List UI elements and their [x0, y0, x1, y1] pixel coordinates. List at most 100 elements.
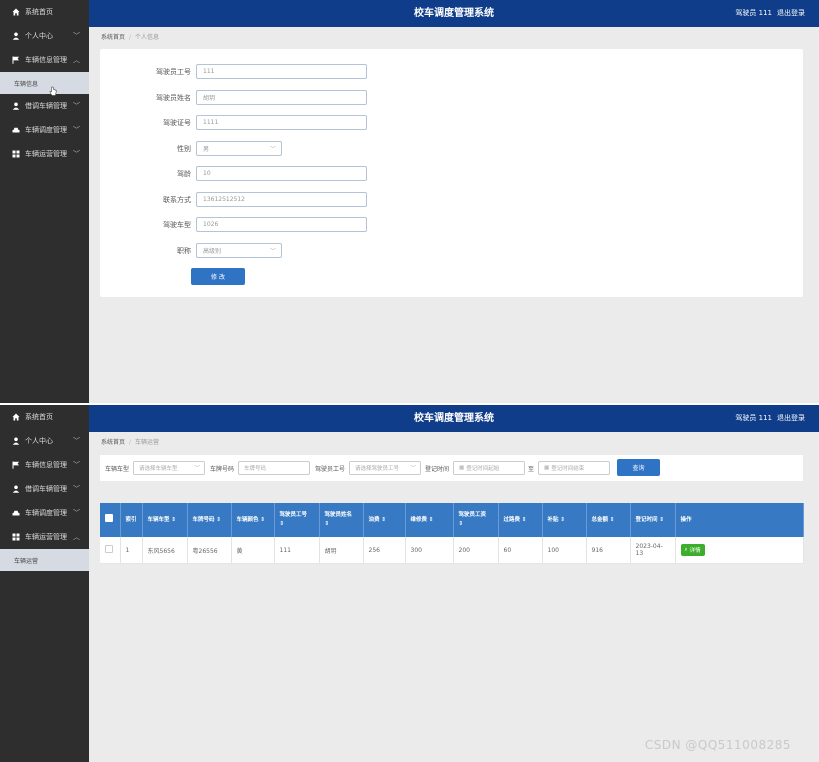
chevron-down-icon: ﹀	[73, 126, 80, 134]
sidebar-item-home[interactable]: 系统首页	[0, 0, 89, 24]
table-row: 1 东风5656 粤26556 黄 111 胡玥 256 300 200 60 …	[100, 537, 804, 564]
user-label: 驾驶员 111	[735, 9, 772, 17]
column-header[interactable]: 总金额 ⇕	[586, 503, 631, 537]
field-label: 驾龄	[177, 169, 191, 178]
form-row-vehicle-type: 驾驶车型 1026	[100, 216, 367, 233]
sidebar-item-label: 车辆运营管理	[25, 533, 67, 541]
search-reg-time: 登记时间 ▦ 登记时间起始 至 ▦ 登记时间结束	[425, 455, 611, 481]
sidebar-item-label: 个人中心	[25, 32, 53, 40]
row-checkbox[interactable]	[100, 537, 121, 564]
search-plate: 车牌号码 车牌号码	[210, 455, 311, 481]
select-all-checkbox[interactable]	[100, 503, 121, 537]
field-label: 联系方式	[163, 195, 191, 204]
gender-select[interactable]: 男 ﹀	[196, 141, 282, 156]
car-icon	[12, 126, 20, 134]
sidebar-item-vehicle-dispatch[interactable]: 车辆调度管理 ﹀	[0, 501, 89, 525]
chevron-down-icon: ﹀	[73, 102, 80, 110]
table-cell: 200	[453, 537, 499, 564]
table-cell: 粤26556	[187, 537, 232, 564]
sidebar-item-personal-center[interactable]: 个人中心 ﹀	[0, 429, 89, 453]
sidebar-item-vehicle-info[interactable]: 车辆信息管理 ﹀	[0, 453, 89, 477]
search-reg-time-label: 登记时间	[425, 465, 450, 473]
sidebar: 系统首页 个人中心 ﹀ 车辆信息管理 ﹀ 借调车辆管理 ﹀ 车辆调度管理 ﹀ 车…	[0, 405, 89, 762]
watermark: CSDN @QQ511008285	[644, 738, 791, 752]
app-title: 校车调度管理系统	[414, 413, 494, 424]
sidebar-item-label: 个人中心	[25, 437, 53, 445]
column-header[interactable]: 登记时间 ⇕	[630, 503, 676, 537]
column-header[interactable]: 油费 ⇕	[363, 503, 406, 537]
sidebar-subitem-vehicle-operations[interactable]: 车辆运营	[0, 549, 89, 571]
driving-years-field[interactable]: 10	[196, 166, 367, 181]
license-number-field[interactable]: 1111	[196, 115, 367, 130]
plate-input[interactable]: 车牌号码	[238, 461, 311, 475]
logout-link[interactable]: 退出登录	[777, 414, 805, 422]
column-header: 操作	[675, 503, 804, 537]
user-area: 驾驶员 111 退出登录	[730, 0, 805, 27]
column-header[interactable]: 驾驶员姓名 ⇕	[319, 503, 364, 537]
search-vehicle-type-label: 车辆车型	[105, 465, 130, 473]
sidebar-item-vehicle-operations[interactable]: 车辆运营管理 ︿	[0, 525, 89, 549]
table-cell: 111	[274, 537, 320, 564]
query-button[interactable]: 查询	[617, 459, 660, 476]
column-header[interactable]: 驾驶员工号 ⇕	[274, 503, 320, 537]
sidebar-item-home[interactable]: 系统首页	[0, 405, 89, 429]
breadcrumb-home[interactable]: 系统首页	[101, 439, 125, 446]
person-icon	[12, 102, 20, 110]
field-label: 性别	[177, 144, 191, 153]
column-header[interactable]: 补贴 ⇕	[542, 503, 587, 537]
sidebar-item-borrowed-vehicles[interactable]: 借调车辆管理 ﹀	[0, 94, 89, 118]
form-row-driving-years: 驾龄 10	[100, 165, 367, 182]
sidebar-item-vehicle-operations[interactable]: 车辆运营管理 ﹀	[0, 142, 89, 166]
column-header[interactable]: 驾驶员工资 ⇕	[453, 503, 499, 537]
chevron-down-icon: ﹀	[73, 509, 80, 517]
sidebar-item-vehicle-info[interactable]: 车辆信息管理 ︿	[0, 48, 89, 72]
sidebar-item-personal-center[interactable]: 个人中心 ﹀	[0, 24, 89, 48]
reg-end-input[interactable]: ▦ 登记时间结束	[538, 461, 611, 475]
form-row-title: 职称 高级别 ﹀	[100, 242, 282, 259]
chevron-down-icon: ﹀	[410, 466, 417, 472]
car-icon	[12, 509, 20, 517]
calendar-icon: ▦	[459, 465, 465, 471]
vehicle-type-field[interactable]: 1026	[196, 217, 367, 232]
logout-link[interactable]: 退出登录	[777, 9, 805, 17]
column-header[interactable]: 车辆颜色 ⇕	[231, 503, 275, 537]
title-select[interactable]: 高级别 ﹀	[196, 243, 282, 258]
driver-id-select[interactable]: 请选择驾驶员工号 ﹀	[349, 461, 422, 475]
search-driver-id: 驾驶员工号 请选择驾驶员工号 ﹀	[315, 455, 422, 481]
sidebar-item-label: 借调车辆管理	[25, 102, 67, 110]
column-header[interactable]: 维修费 ⇕	[405, 503, 454, 537]
chevron-down-icon: ﹀	[73, 150, 80, 158]
sidebar-subitem-label: 车辆信息	[14, 80, 39, 88]
vehicle-type-select-placeholder: 请选择车辆车型	[139, 466, 178, 472]
search-driver-id-label: 驾驶员工号	[315, 465, 346, 473]
sidebar-subitem-vehicle-info[interactable]: 车辆信息	[0, 72, 89, 94]
contact-field[interactable]: 13612512512	[196, 192, 367, 207]
range-separator: 至	[528, 465, 535, 473]
reg-start-input[interactable]: ▦ 登记时间起始	[453, 461, 526, 475]
reg-end-placeholder: 登记时间结束	[551, 466, 585, 472]
profile-form-card: 驾驶员工号 111 驾驶员姓名 胡玥 驾驶证号 1111 性别 男 ﹀ 驾龄 10…	[100, 49, 803, 297]
detail-button[interactable]: ⌕ 详情	[680, 544, 705, 556]
calendar-icon: ▦	[544, 465, 550, 471]
title-select-value: 高级别	[203, 248, 222, 255]
table-cell: 916	[586, 537, 631, 564]
field-label: 驾驶员姓名	[156, 93, 191, 102]
breadcrumb-home[interactable]: 系统首页	[101, 34, 125, 41]
sidebar-item-borrowed-vehicles[interactable]: 借调车辆管理 ﹀	[0, 477, 89, 501]
driver-id-field[interactable]: 111	[196, 64, 367, 79]
form-row-license-no: 驾驶证号 1111	[100, 114, 367, 131]
column-header[interactable]: 车辆车型 ⇕	[142, 503, 188, 537]
vehicle-type-select[interactable]: 请选择车辆车型 ﹀	[133, 461, 206, 475]
sidebar-item-vehicle-dispatch[interactable]: 车辆调度管理 ﹀	[0, 118, 89, 142]
header-bar: 校车调度管理系统 驾驶员 111 退出登录	[89, 0, 819, 27]
driver-name-field[interactable]: 胡玥	[196, 90, 367, 105]
breadcrumb-current: 个人信息	[135, 34, 160, 41]
column-header[interactable]: 车牌号码 ⇕	[187, 503, 232, 537]
search-plate-label: 车牌号码	[210, 465, 235, 473]
table-header-row: 索引 车辆车型 ⇕ 车牌号码 ⇕ 车辆颜色 ⇕ 驾驶员工号 ⇕ 驾驶员姓名 ⇕ …	[100, 503, 804, 537]
table-cell: 黄	[231, 537, 275, 564]
sidebar-item-label: 系统首页	[25, 8, 53, 16]
column-header[interactable]: 过路费 ⇕	[498, 503, 543, 537]
update-button[interactable]: 修 改	[191, 268, 245, 285]
sidebar-item-label: 借调车辆管理	[25, 485, 67, 493]
